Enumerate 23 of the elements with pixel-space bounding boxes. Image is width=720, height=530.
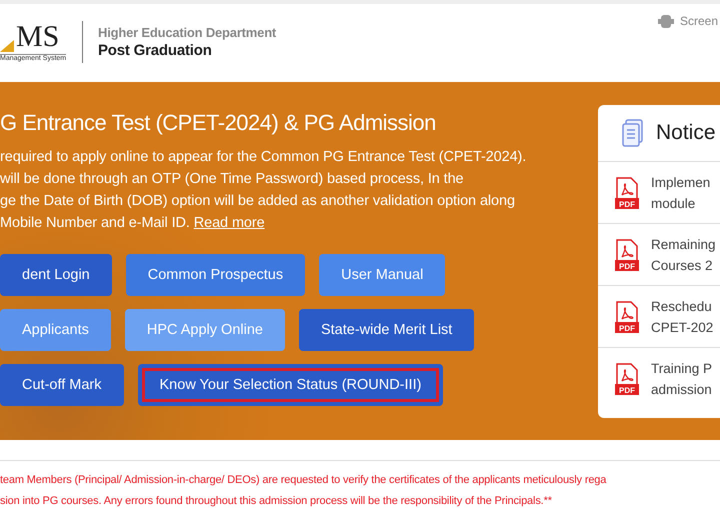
banner-title: G Entrance Test (CPET-2024) & PG Admission [0, 110, 437, 136]
banner-button[interactable]: Know Your Selection Status (ROUND-III) [138, 364, 444, 406]
logo-mark-icon [0, 40, 14, 52]
warning-text: team Members (Principal/ Admission-in-charge/ DEOs) are requested to verify the certificates of the applicants meticulously rega [0, 473, 608, 488]
section-title: Post Graduation [98, 42, 213, 59]
document-icon [622, 119, 644, 147]
warning-text: sion into PG courses. Any errors found throughout this admission process will be the responsibility of the Principals.** [0, 494, 553, 509]
notice-link[interactable]: Remaining Courses 2 [651, 234, 716, 276]
notice-link[interactable]: Reschedu CPET-202 [651, 296, 714, 338]
banner-button[interactable]: State-wide Merit List [298, 309, 474, 351]
banner-paragraph: required to apply online to appear for the Common PG Entrance Test (CPET-2024). will be done through an OTP (One Time Password) based process, In the ge the Date of Birth (DOB) option will be added as another validation option along Mobile Number and e-Mail ID. Read more [0, 148, 528, 233]
banner-button[interactable]: Common Prospectus [126, 254, 306, 296]
banner-button[interactable]: dent Login [0, 254, 112, 296]
banner-button[interactable]: Cut-off Mark [0, 364, 124, 406]
screen-reader-link[interactable]: Screen [680, 14, 718, 28]
read-more-link[interactable]: Read more [194, 215, 265, 231]
notice-link[interactable]: Training P admission [651, 358, 712, 400]
banner-button[interactable]: User Manual [319, 254, 446, 296]
screen-reader-icon [658, 14, 674, 28]
logo-text: MS [16, 22, 60, 52]
department-name: Higher Education Department [98, 25, 276, 40]
notice-link[interactable]: Implemen module [651, 172, 710, 214]
notice-title: Notice [656, 121, 716, 145]
